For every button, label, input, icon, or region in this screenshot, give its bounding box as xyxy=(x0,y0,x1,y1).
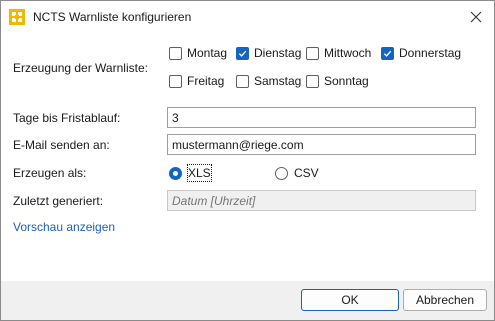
email-label: E-Mail senden an: xyxy=(13,138,110,152)
radio-xls[interactable]: XLS xyxy=(169,164,212,182)
checkbox-sonntag-label: Sonntag xyxy=(324,74,369,88)
erzeugung-label: Erzeugung der Warnliste: xyxy=(13,61,148,75)
checkbox-donnerstag-label: Donnerstag xyxy=(399,46,462,60)
checkbox-mittwoch[interactable]: Mittwoch xyxy=(306,45,371,61)
email-input[interactable] xyxy=(167,134,476,155)
checkbox-samstag-label: Samstag xyxy=(254,74,302,88)
close-button[interactable] xyxy=(462,3,490,31)
checkbox-samstag[interactable]: Samstag xyxy=(236,73,301,89)
checkbox-samstag-box[interactable] xyxy=(236,74,249,88)
erzeugen-label: Erzeugen als: xyxy=(13,166,87,180)
checkbox-dienstag-label: Dienstag xyxy=(254,46,302,60)
checkbox-sonntag[interactable]: Sonntag xyxy=(306,73,369,89)
checkbox-freitag-label: Freitag xyxy=(187,74,225,88)
window-title: NCTS Warnliste konfigurieren xyxy=(33,10,192,24)
checkbox-freitag-box[interactable] xyxy=(169,74,182,88)
checkbox-dienstag[interactable]: Dienstag xyxy=(236,45,301,61)
preview-link[interactable]: Vorschau anzeigen xyxy=(13,219,115,235)
checkbox-montag[interactable]: Montag xyxy=(169,45,227,61)
ncts-app-icon xyxy=(9,9,25,25)
radio-xls-label: XLS xyxy=(187,164,212,182)
tage-input[interactable] xyxy=(167,107,476,128)
checkbox-montag-label: Montag xyxy=(187,46,228,60)
checkbox-donnerstag-box[interactable] xyxy=(381,46,394,60)
dialog-footer: OK Abbrechen xyxy=(1,281,494,320)
zuletzt-input xyxy=(167,190,476,211)
checkbox-montag-box[interactable] xyxy=(169,46,182,60)
ok-button[interactable]: OK xyxy=(301,289,399,311)
cancel-button[interactable]: Abbrechen xyxy=(403,289,487,311)
zuletzt-label: Zuletzt generiert: xyxy=(13,194,104,208)
checkbox-dienstag-box[interactable] xyxy=(236,46,249,60)
radio-csv[interactable]: CSV xyxy=(275,165,319,181)
tage-label: Tage bis Fristablauf: xyxy=(13,111,121,125)
checkbox-sonntag-box[interactable] xyxy=(306,74,319,88)
checkbox-freitag[interactable]: Freitag xyxy=(169,73,224,89)
checkbox-donnerstag[interactable]: Donnerstag xyxy=(381,45,461,61)
checkmark-icon xyxy=(383,50,392,57)
radio-csv-circle[interactable] xyxy=(275,166,288,180)
radio-csv-label: CSV xyxy=(294,166,319,180)
radio-dot xyxy=(173,170,178,176)
checkbox-mittwoch-label: Mittwoch xyxy=(324,46,372,60)
checkbox-mittwoch-box[interactable] xyxy=(306,46,319,60)
title-bar: NCTS Warnliste konfigurieren xyxy=(1,1,494,33)
dialog-window: NCTS Warnliste konfigurieren Erzeugung d… xyxy=(0,0,495,321)
radio-xls-circle[interactable] xyxy=(169,166,182,180)
close-icon xyxy=(470,11,482,23)
checkmark-icon xyxy=(238,50,247,57)
